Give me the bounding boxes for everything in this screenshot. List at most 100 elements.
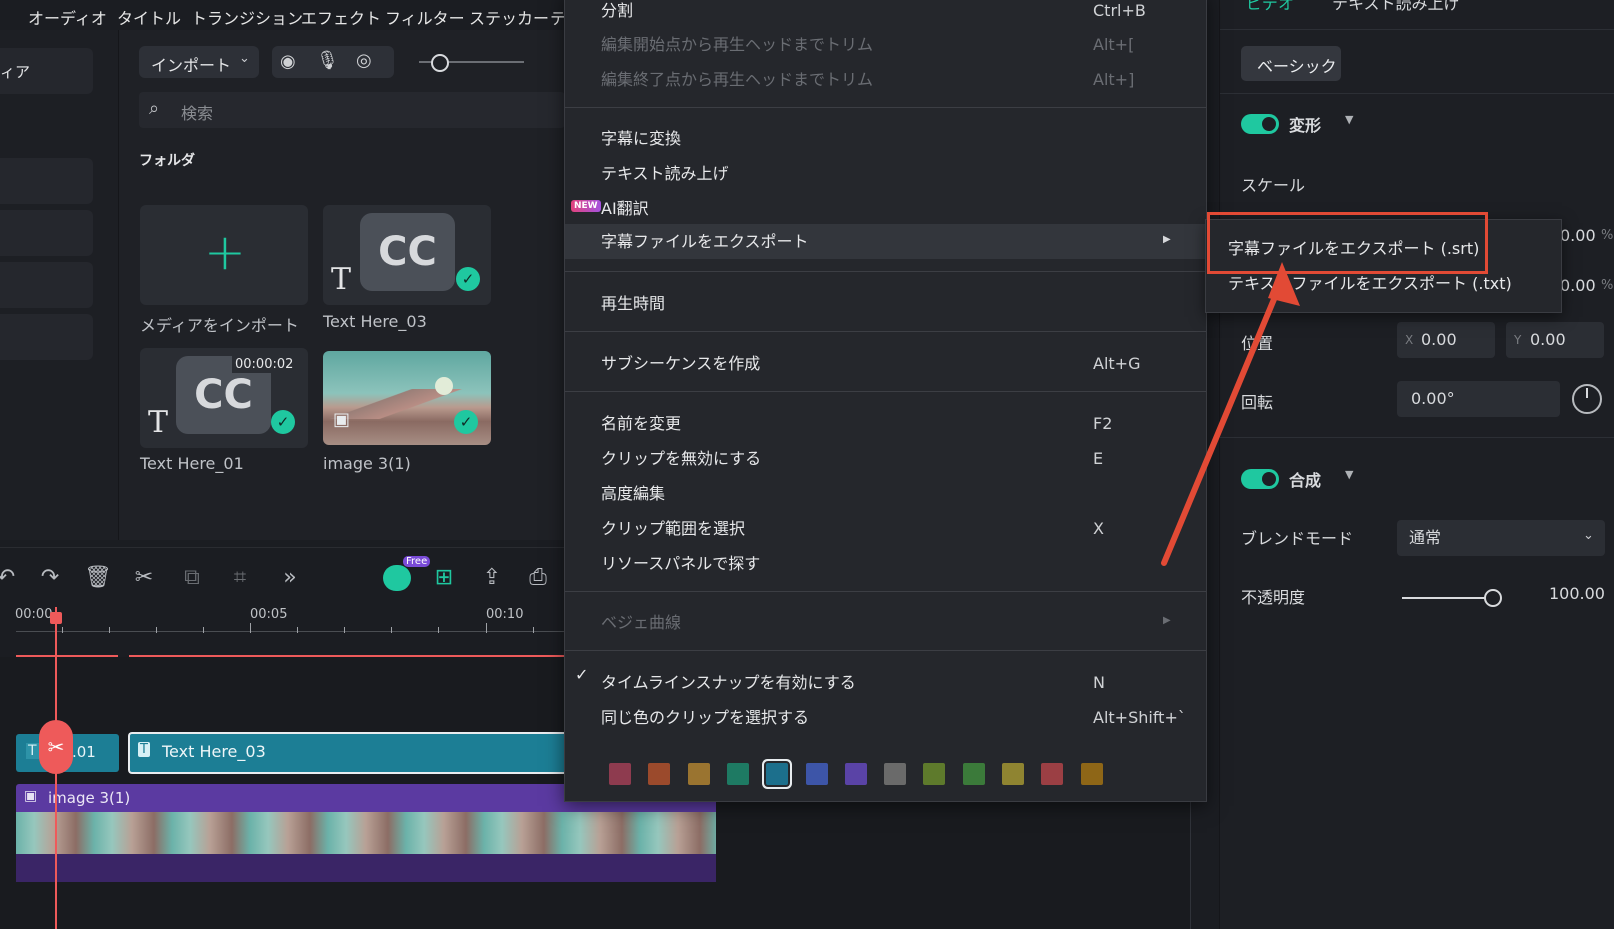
- sidebar-item-media[interactable]: ィア: [0, 48, 93, 94]
- position-x-value: 0.00: [1421, 330, 1457, 349]
- thumbnail-size-slider[interactable]: [419, 54, 524, 72]
- image-clip-footer[interactable]: [16, 854, 716, 882]
- menu-transition[interactable]: トランジション: [191, 5, 303, 29]
- shortcut-label: F2: [1093, 414, 1113, 433]
- menu-item-find-in-resource[interactable]: リソースパネルで探す: [601, 546, 760, 581]
- playhead-head[interactable]: [50, 612, 62, 624]
- media-thumb-text03[interactable]: CC T ✓: [323, 205, 491, 305]
- search-bar[interactable]: ⌕ 検索: [139, 92, 565, 128]
- color-swatch[interactable]: [923, 763, 946, 785]
- color-swatch[interactable]: [766, 763, 789, 785]
- menu-separator: [565, 271, 1206, 272]
- menu-sticker[interactable]: ステッカー: [469, 5, 549, 29]
- menu-item-convert-subtitle[interactable]: 字幕に変換: [601, 121, 681, 156]
- color-swatch[interactable]: [609, 763, 631, 785]
- color-swatch[interactable]: [1002, 763, 1024, 785]
- media-thumb-text01[interactable]: CC 00:00:02 T ✓: [140, 348, 308, 448]
- color-swatch[interactable]: [1041, 763, 1064, 785]
- y-prefix: Y: [1514, 333, 1522, 347]
- color-swatch[interactable]: [962, 763, 985, 785]
- position-x-field[interactable]: X 0.00: [1397, 322, 1495, 358]
- media-caption: Text Here_01: [140, 454, 244, 473]
- timeline-toolbar: ↶ ↷ 🗑 ✂ ⧉ ⌗ » Free ⊞ ⇪ ⎙: [0, 547, 565, 608]
- webcam-icon[interactable]: ◎: [356, 50, 372, 71]
- transform-toggle[interactable]: [1241, 114, 1279, 134]
- scale-x-value[interactable]: 0.00: [1560, 226, 1596, 245]
- playhead-scissors-icon[interactable]: ✂: [39, 720, 73, 774]
- menu-filter[interactable]: フィルター: [385, 5, 465, 29]
- export-clip-icon[interactable]: ⇪: [478, 564, 506, 592]
- delete-icon[interactable]: 🗑: [84, 564, 112, 592]
- undo-icon[interactable]: ↶: [0, 564, 20, 592]
- menu-item-select-same-color[interactable]: 同じ色のクリップを選択する: [601, 700, 809, 735]
- plus-icon: +: [204, 223, 246, 281]
- menu-item-trim-start[interactable]: 編集開始点から再生ヘッドまでトリム: [601, 27, 873, 62]
- menu-item-rename[interactable]: 名前を変更: [601, 406, 681, 441]
- menu-item-timeline-snap[interactable]: タイムラインスナップを有効にする: [601, 665, 856, 700]
- menu-item-ai-translate[interactable]: AI翻訳: [601, 191, 649, 226]
- menu-item-disable-clip[interactable]: クリップを無効にする: [601, 441, 761, 476]
- sidebar-item[interactable]: [0, 262, 93, 308]
- position-y-field[interactable]: Y 0.00: [1506, 322, 1604, 358]
- search-input[interactable]: 検索: [181, 100, 213, 124]
- text-clip-selected[interactable]: T Text Here_03: [128, 732, 567, 774]
- opacity-slider-handle[interactable]: [1484, 589, 1502, 607]
- menu-audio[interactable]: オーディオ: [28, 5, 107, 29]
- more-tools-icon[interactable]: »: [276, 564, 304, 592]
- menu-title[interactable]: タイトル: [117, 5, 181, 29]
- folder-label: フォルダ: [139, 153, 195, 169]
- scale-y-value[interactable]: 0.00: [1560, 276, 1596, 295]
- menu-item-create-subsequence[interactable]: サブシーケンスを作成: [601, 346, 760, 381]
- basic-tab-button[interactable]: ベーシック: [1241, 46, 1341, 81]
- color-swatch[interactable]: [726, 763, 749, 785]
- sidebar-item[interactable]: [0, 314, 93, 360]
- blend-mode-value: 通常: [1409, 528, 1442, 547]
- menu-item-duration[interactable]: 再生時間: [601, 286, 665, 321]
- menu-item-bezier[interactable]: ベジェ曲線: [601, 605, 681, 640]
- ruler-label: 00:10: [486, 607, 524, 622]
- opacity-slider[interactable]: [1402, 589, 1502, 607]
- color-swatch[interactable]: [1080, 763, 1103, 785]
- caret-down-icon[interactable]: ▼: [1345, 113, 1353, 126]
- media-thumb-image[interactable]: ▣ ✓: [323, 351, 491, 445]
- record-screen-icon[interactable]: ◉: [280, 51, 296, 72]
- menu-item-split[interactable]: 分割: [601, 0, 633, 28]
- rotation-dial-icon[interactable]: [1572, 384, 1602, 414]
- color-swatch[interactable]: [687, 763, 710, 785]
- sidebar-item[interactable]: [0, 158, 93, 204]
- microphone-icon[interactable]: 🎙: [316, 50, 339, 71]
- tab-video[interactable]: ビデオ: [1246, 0, 1294, 14]
- timeline-ruler[interactable]: 00:00 00:05 00:10: [0, 607, 565, 657]
- color-swatch[interactable]: [648, 763, 671, 785]
- ai-assistant-icon[interactable]: [383, 565, 411, 591]
- crop-icon[interactable]: ⌗: [226, 564, 254, 592]
- caret-down-icon[interactable]: ▼: [1345, 468, 1353, 481]
- color-swatch[interactable]: [805, 763, 828, 785]
- check-icon: ✓: [456, 267, 480, 291]
- menu-effect[interactable]: エフェクト: [301, 5, 381, 29]
- sidebar-item[interactable]: [0, 210, 93, 256]
- snapshot-icon[interactable]: ⎙: [524, 564, 552, 592]
- menu-item-tts[interactable]: テキスト読み上げ: [601, 156, 729, 191]
- redo-icon[interactable]: ↷: [36, 564, 64, 592]
- image-clip-filmstrip[interactable]: [16, 812, 716, 854]
- rotation-field[interactable]: 0.00°: [1397, 381, 1560, 417]
- record-tools-group: ◉ 🎙 ◎: [272, 46, 394, 78]
- menu-item-export-subtitle[interactable]: 字幕ファイルをエクスポート: [601, 224, 809, 259]
- crop-duplicate-icon[interactable]: ⧉: [178, 564, 206, 592]
- opacity-value[interactable]: 100.00: [1549, 584, 1605, 603]
- color-swatch[interactable]: [844, 763, 867, 785]
- media-caption: Text Here_03: [323, 312, 427, 331]
- color-swatch[interactable]: [884, 763, 907, 785]
- scissors-icon[interactable]: ✂: [130, 564, 158, 592]
- menu-item-select-clip-range[interactable]: クリップ範囲を選択: [601, 511, 745, 546]
- menu-item-trim-end[interactable]: 編集終了点から再生ヘッドまでトリム: [601, 62, 873, 97]
- import-media-card[interactable]: +: [140, 205, 308, 305]
- text-clip-icon: T: [26, 743, 39, 759]
- menu-item-advanced-edit[interactable]: 高度編集: [601, 476, 665, 511]
- tab-tts[interactable]: テキスト読み上げ: [1332, 0, 1460, 14]
- blend-mode-select[interactable]: 通常 ⌄: [1397, 520, 1605, 556]
- x-prefix: X: [1405, 333, 1414, 347]
- import-dropdown[interactable]: インポート ⌄: [139, 46, 259, 78]
- auto-reframe-icon[interactable]: ⊞: [430, 564, 458, 592]
